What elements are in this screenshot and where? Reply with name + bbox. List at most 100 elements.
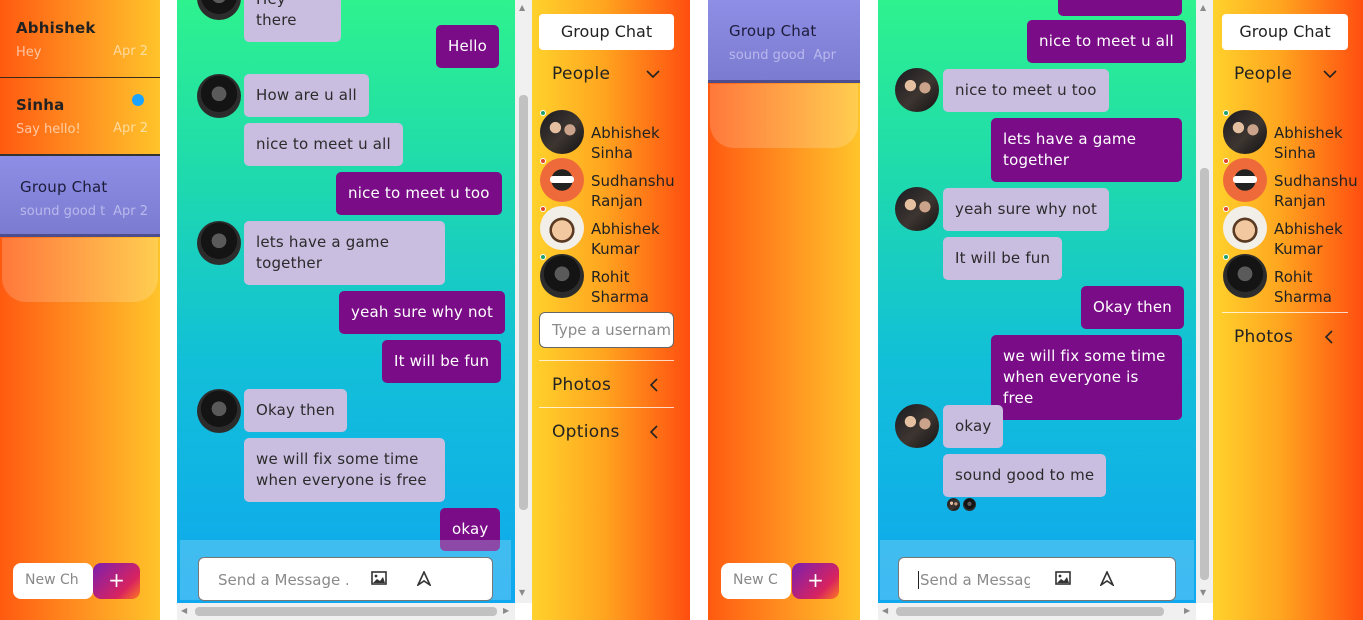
message-outgoing: lets have a game together <box>991 118 1182 182</box>
placeholder-card <box>2 238 158 302</box>
people-section-title[interactable]: People <box>552 64 610 84</box>
scroll-thumb[interactable] <box>1200 168 1209 580</box>
message-outgoing: Hello <box>436 25 500 68</box>
message-outgoing: nice to meet u all <box>1027 20 1186 63</box>
scroll-up-arrow[interactable]: ▲ <box>1200 3 1206 12</box>
message-outgoing: we will fix some time when everyone is f… <box>991 335 1182 420</box>
chevron-left-icon[interactable] <box>649 377 659 396</box>
message-incoming: nice to meet u too <box>943 69 1109 112</box>
new-chat-input[interactable]: New C <box>721 563 791 599</box>
scroll-left-arrow[interactable]: ◀ <box>181 606 187 615</box>
online-status-dot <box>540 254 546 260</box>
scroll-thumb[interactable] <box>195 607 497 616</box>
message-outgoing: nice to meet u too <box>336 172 502 215</box>
send-icon[interactable] <box>1099 570 1115 590</box>
member-avatar <box>1223 254 1267 298</box>
right-chat-area: nice to meet u all nice to meet u too le… <box>878 0 1196 603</box>
photos-section-title[interactable]: Photos <box>1234 327 1293 347</box>
scroll-down-arrow[interactable]: ▼ <box>1200 588 1206 597</box>
left-conversation-list: Abhishek Hey Apr 2 Sinha Say hello! Apr … <box>0 0 160 620</box>
conversation-item[interactable]: Abhishek Hey Apr 2 <box>0 0 160 77</box>
window-divider <box>690 0 708 620</box>
message-outgoing: Okay then <box>1081 286 1184 329</box>
scroll-up-arrow[interactable]: ▲ <box>519 3 525 12</box>
conversation-name: Sinha <box>16 96 65 114</box>
member-name: Rohit Sharma <box>591 268 649 306</box>
left-gutter <box>160 0 177 620</box>
divider <box>539 360 674 361</box>
chevron-left-icon[interactable] <box>649 424 659 443</box>
scroll-right-arrow[interactable]: ▶ <box>1184 606 1190 615</box>
scroll-thumb[interactable] <box>896 607 1164 616</box>
group-chat-button[interactable]: Group Chat <box>539 14 674 50</box>
new-chat-input[interactable]: New Ch <box>13 563 93 599</box>
member-name: Sudhanshu Ranjan <box>591 172 675 210</box>
message-input[interactable]: Send a Message . <box>218 571 348 589</box>
add-chat-button[interactable]: + <box>792 563 839 599</box>
online-status-dot <box>540 110 546 116</box>
message-incoming: sound good to me <box>943 454 1107 497</box>
scroll-down-arrow[interactable]: ▼ <box>519 588 525 597</box>
offline-status-dot <box>540 206 546 212</box>
sender-avatar <box>197 0 241 20</box>
member-avatar <box>1223 110 1267 154</box>
send-icon[interactable] <box>416 570 432 590</box>
right-gutter <box>860 0 878 620</box>
conversation-item-active[interactable]: Group Chat sound good t Apr 2 <box>0 154 160 237</box>
people-section-title[interactable]: People <box>1234 64 1292 84</box>
conversation-date: Apr 2 <box>113 204 148 219</box>
sender-avatar <box>197 74 241 118</box>
member-avatar <box>1223 206 1267 250</box>
divider <box>539 407 674 408</box>
add-chat-button[interactable]: + <box>93 563 140 599</box>
right-details-panel: Group Chat People Abhishek Sinha Sudhansh… <box>1213 0 1363 620</box>
message-incoming: yeah sure why not <box>943 188 1110 231</box>
message-incoming: It will be fun <box>943 237 1063 280</box>
left-chat-vscroll[interactable]: ▲ ▼ <box>515 0 532 603</box>
left-chat-hscroll[interactable]: ◀ ▶ <box>177 603 515 620</box>
scroll-thumb[interactable] <box>519 95 528 510</box>
placeholder-card <box>710 84 858 148</box>
member-avatar <box>540 158 584 202</box>
member-avatar <box>540 110 584 154</box>
offline-status-dot <box>540 158 546 164</box>
offline-status-dot <box>1223 206 1229 212</box>
member-avatar <box>540 206 584 250</box>
conversation-item[interactable]: Sinha Say hello! Apr 2 <box>0 78 160 154</box>
username-input[interactable]: Type a usernam <box>539 312 674 348</box>
member-avatar <box>540 254 584 298</box>
conversation-name: Abhishek <box>16 19 96 37</box>
conversation-date: Apr 2 <box>113 44 148 59</box>
sender-avatar <box>197 389 241 433</box>
chevron-down-icon[interactable] <box>646 64 660 83</box>
image-icon[interactable] <box>1055 571 1071 589</box>
conversation-name: Group Chat <box>729 22 817 40</box>
chevron-left-icon[interactable] <box>1324 329 1334 348</box>
conversation-date: Apr <box>813 48 837 63</box>
message-incoming: okay <box>943 405 1004 448</box>
chevron-down-icon[interactable] <box>1323 64 1337 83</box>
photos-section-title[interactable]: Photos <box>552 375 611 395</box>
message-input[interactable]: Send a Messag <box>918 571 1030 589</box>
online-status-dot <box>1223 254 1229 260</box>
message-incoming: Okay then <box>244 389 347 432</box>
message-incoming: nice to meet u all <box>244 123 403 166</box>
member-avatar <box>1223 158 1267 202</box>
unread-indicator <box>132 94 144 106</box>
conversation-item-active[interactable]: Group Chat sound good Apr <box>708 0 860 83</box>
options-section-title[interactable]: Options <box>552 422 620 442</box>
right-chat-vscroll[interactable]: ▲ ▼ <box>1196 0 1213 603</box>
right-chat-hscroll[interactable]: ◀ ▶ <box>878 603 1196 620</box>
member-name: Abhishek Sinha <box>591 124 660 162</box>
composer: Send a Message . <box>198 557 493 601</box>
message-outgoing: It will be fun <box>382 340 502 383</box>
conversation-name: Group Chat <box>20 178 108 196</box>
left-chat-area: Hey there Hello How are u all nice to me… <box>177 0 515 603</box>
image-icon[interactable] <box>371 571 387 589</box>
read-receipt-avatar <box>947 498 960 511</box>
right-conversation-list: Group Chat sound good Apr New C + <box>708 0 860 620</box>
scroll-left-arrow[interactable]: ◀ <box>882 606 888 615</box>
message-outgoing <box>1058 0 1182 16</box>
scroll-right-arrow[interactable]: ▶ <box>503 606 509 615</box>
group-chat-button[interactable]: Group Chat <box>1222 14 1348 50</box>
